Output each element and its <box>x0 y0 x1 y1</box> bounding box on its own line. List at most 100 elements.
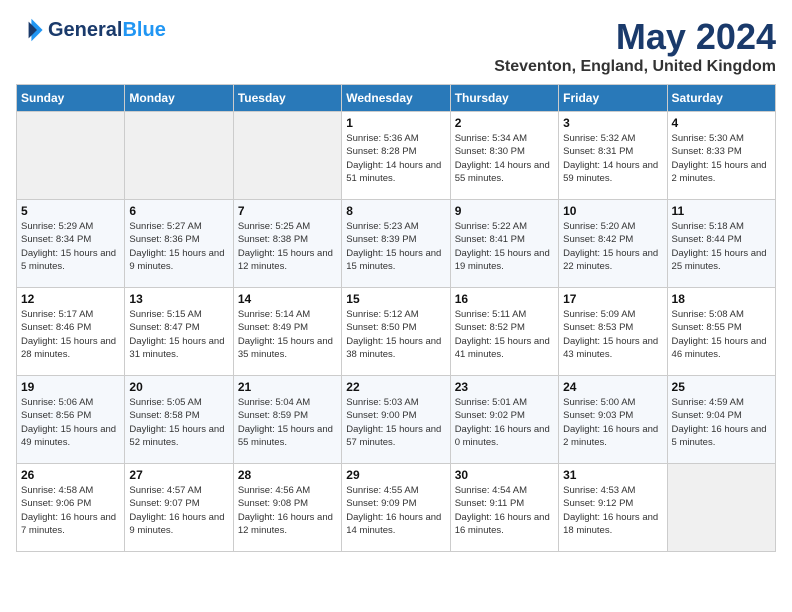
day-number: 12 <box>21 292 120 306</box>
calendar-cell <box>667 464 775 552</box>
calendar-cell: 15Sunrise: 5:12 AMSunset: 8:50 PMDayligh… <box>342 288 450 376</box>
calendar-cell: 3 Sunrise: 5:32 AMSunset: 8:31 PMDaylight… <box>559 112 667 200</box>
calendar-cell: 17 Sunrise: 5:09 AMSunset: 8:53 PMDayligh… <box>559 288 667 376</box>
cell-info: Sunrise: 5:08 AMSunset: 8:55 PMDaylight:… <box>672 308 771 361</box>
day-number: 31 <box>563 468 662 482</box>
day-number: 14 <box>238 292 337 306</box>
day-number: 15 <box>346 292 445 306</box>
day-number: 25 <box>672 380 771 394</box>
cell-info: Sunrise: 5:05 AMSunset: 8:58 PMDaylight:… <box>129 396 228 449</box>
day-number: 30 <box>455 468 554 482</box>
cell-info: Sunrise: 5:27 AMSunset: 8:36 PMDaylight:… <box>129 220 228 273</box>
cell-info: Sunrise: 5:03 AMSunset: 9:00 PMDaylight:… <box>346 396 445 449</box>
calendar-cell: 23Sunrise: 5:01 AMSunset: 9:02 PMDayligh… <box>450 376 558 464</box>
cell-info: Sunrise: 4:58 AMSunset: 9:06 PMDaylight:… <box>21 484 120 537</box>
day-number: 27 <box>129 468 228 482</box>
logo: GeneralBlue <box>16 16 166 44</box>
cell-info: Sunrise: 5:01 AMSunset: 9:02 PMDaylight:… <box>455 396 554 449</box>
week-row-3: 12Sunrise: 5:17 AMSunset: 8:46 PMDayligh… <box>17 288 776 376</box>
day-number: 10 <box>563 204 662 218</box>
location: Steventon, England, United Kingdom <box>494 58 776 76</box>
calendar-cell: 22 Sunrise: 5:03 AMSunset: 9:00 PMDayligh… <box>342 376 450 464</box>
day-number: 19 <box>21 380 120 394</box>
calendar-cell: 11 Sunrise: 5:18 AMSunset: 8:44 PMDayligh… <box>667 200 775 288</box>
week-row-2: 5Sunrise: 5:29 AMSunset: 8:34 PMDaylight… <box>17 200 776 288</box>
cell-info: Sunrise: 4:55 AMSunset: 9:09 PMDaylight:… <box>346 484 445 537</box>
day-number: 29 <box>346 468 445 482</box>
logo-general: General <box>48 19 122 41</box>
cell-info: Sunrise: 5:18 AMSunset: 8:44 PMDaylight:… <box>672 220 771 273</box>
day-number: 18 <box>672 292 771 306</box>
col-header-thursday: Thursday <box>450 85 558 112</box>
col-header-saturday: Saturday <box>667 85 775 112</box>
calendar-cell: 29 Sunrise: 4:55 AMSunset: 9:09 PMDayligh… <box>342 464 450 552</box>
cell-info: Sunrise: 5:25 AMSunset: 8:38 PMDaylight:… <box>238 220 337 273</box>
calendar-cell: 25 Sunrise: 4:59 AMSunset: 9:04 PMDayligh… <box>667 376 775 464</box>
title-block: May 2024 Steventon, England, United King… <box>494 16 776 76</box>
cell-info: Sunrise: 5:06 AMSunset: 8:56 PMDaylight:… <box>21 396 120 449</box>
page-header: GeneralBlue May 2024 Steventon, England,… <box>16 16 776 76</box>
calendar-cell: 4 Sunrise: 5:30 AMSunset: 8:33 PMDaylight… <box>667 112 775 200</box>
calendar-cell: 10 Sunrise: 5:20 AMSunset: 8:42 PMDayligh… <box>559 200 667 288</box>
cell-info: Sunrise: 5:32 AMSunset: 8:31 PMDaylight:… <box>563 132 662 185</box>
cell-info: Sunrise: 5:00 AMSunset: 9:03 PMDaylight:… <box>563 396 662 449</box>
week-row-1: 1Sunrise: 5:36 AMSunset: 8:28 PMDaylight… <box>17 112 776 200</box>
day-number: 2 <box>455 116 554 130</box>
calendar-cell: 12Sunrise: 5:17 AMSunset: 8:46 PMDayligh… <box>17 288 125 376</box>
cell-info: Sunrise: 5:20 AMSunset: 8:42 PMDaylight:… <box>563 220 662 273</box>
cell-info: Sunrise: 5:04 AMSunset: 8:59 PMDaylight:… <box>238 396 337 449</box>
day-number: 17 <box>563 292 662 306</box>
cell-info: Sunrise: 4:57 AMSunset: 9:07 PMDaylight:… <box>129 484 228 537</box>
calendar-cell: 30 Sunrise: 4:54 AMSunset: 9:11 PMDayligh… <box>450 464 558 552</box>
calendar-cell <box>17 112 125 200</box>
calendar-cell: 27 Sunrise: 4:57 AMSunset: 9:07 PMDayligh… <box>125 464 233 552</box>
logo-blue: Blue <box>122 19 165 41</box>
calendar-cell: 2Sunrise: 5:34 AMSunset: 8:30 PMDaylight… <box>450 112 558 200</box>
cell-info: Sunrise: 5:11 AMSunset: 8:52 PMDaylight:… <box>455 308 554 361</box>
calendar-cell: 5Sunrise: 5:29 AMSunset: 8:34 PMDaylight… <box>17 200 125 288</box>
day-number: 24 <box>563 380 662 394</box>
header-row: SundayMondayTuesdayWednesdayThursdayFrid… <box>17 85 776 112</box>
col-header-wednesday: Wednesday <box>342 85 450 112</box>
cell-info: Sunrise: 5:23 AMSunset: 8:39 PMDaylight:… <box>346 220 445 273</box>
cell-info: Sunrise: 5:22 AMSunset: 8:41 PMDaylight:… <box>455 220 554 273</box>
cell-info: Sunrise: 5:14 AMSunset: 8:49 PMDaylight:… <box>238 308 337 361</box>
logo-icon <box>16 16 44 44</box>
calendar-cell: 26 Sunrise: 4:58 AMSunset: 9:06 PMDayligh… <box>17 464 125 552</box>
day-number: 26 <box>21 468 120 482</box>
calendar-cell: 19 Sunrise: 5:06 AMSunset: 8:56 PMDayligh… <box>17 376 125 464</box>
calendar-cell: 6 Sunrise: 5:27 AMSunset: 8:36 PMDaylight… <box>125 200 233 288</box>
calendar-cell: 18 Sunrise: 5:08 AMSunset: 8:55 PMDayligh… <box>667 288 775 376</box>
day-number: 21 <box>238 380 337 394</box>
day-number: 9 <box>455 204 554 218</box>
cell-info: Sunrise: 5:36 AMSunset: 8:28 PMDaylight:… <box>346 132 445 185</box>
calendar-cell: 13Sunrise: 5:15 AMSunset: 8:47 PMDayligh… <box>125 288 233 376</box>
col-header-sunday: Sunday <box>17 85 125 112</box>
cell-info: Sunrise: 4:59 AMSunset: 9:04 PMDaylight:… <box>672 396 771 449</box>
day-number: 8 <box>346 204 445 218</box>
cell-info: Sunrise: 4:53 AMSunset: 9:12 PMDaylight:… <box>563 484 662 537</box>
cell-info: Sunrise: 5:29 AMSunset: 8:34 PMDaylight:… <box>21 220 120 273</box>
calendar-cell: 8 Sunrise: 5:23 AMSunset: 8:39 PMDaylight… <box>342 200 450 288</box>
calendar-cell: 24 Sunrise: 5:00 AMSunset: 9:03 PMDayligh… <box>559 376 667 464</box>
calendar-cell: 31 Sunrise: 4:53 AMSunset: 9:12 PMDayligh… <box>559 464 667 552</box>
day-number: 6 <box>129 204 228 218</box>
cell-info: Sunrise: 5:09 AMSunset: 8:53 PMDaylight:… <box>563 308 662 361</box>
calendar-cell: 20Sunrise: 5:05 AMSunset: 8:58 PMDayligh… <box>125 376 233 464</box>
cell-info: Sunrise: 5:30 AMSunset: 8:33 PMDaylight:… <box>672 132 771 185</box>
cell-info: Sunrise: 4:56 AMSunset: 9:08 PMDaylight:… <box>238 484 337 537</box>
day-number: 22 <box>346 380 445 394</box>
day-number: 16 <box>455 292 554 306</box>
day-number: 11 <box>672 204 771 218</box>
calendar-cell: 1Sunrise: 5:36 AMSunset: 8:28 PMDaylight… <box>342 112 450 200</box>
day-number: 3 <box>563 116 662 130</box>
day-number: 4 <box>672 116 771 130</box>
cell-info: Sunrise: 4:54 AMSunset: 9:11 PMDaylight:… <box>455 484 554 537</box>
calendar-cell: 7 Sunrise: 5:25 AMSunset: 8:38 PMDaylight… <box>233 200 341 288</box>
day-number: 7 <box>238 204 337 218</box>
month-title: May 2024 <box>494 16 776 58</box>
calendar-cell <box>233 112 341 200</box>
calendar-table: SundayMondayTuesdayWednesdayThursdayFrid… <box>16 84 776 552</box>
calendar-cell <box>125 112 233 200</box>
col-header-friday: Friday <box>559 85 667 112</box>
